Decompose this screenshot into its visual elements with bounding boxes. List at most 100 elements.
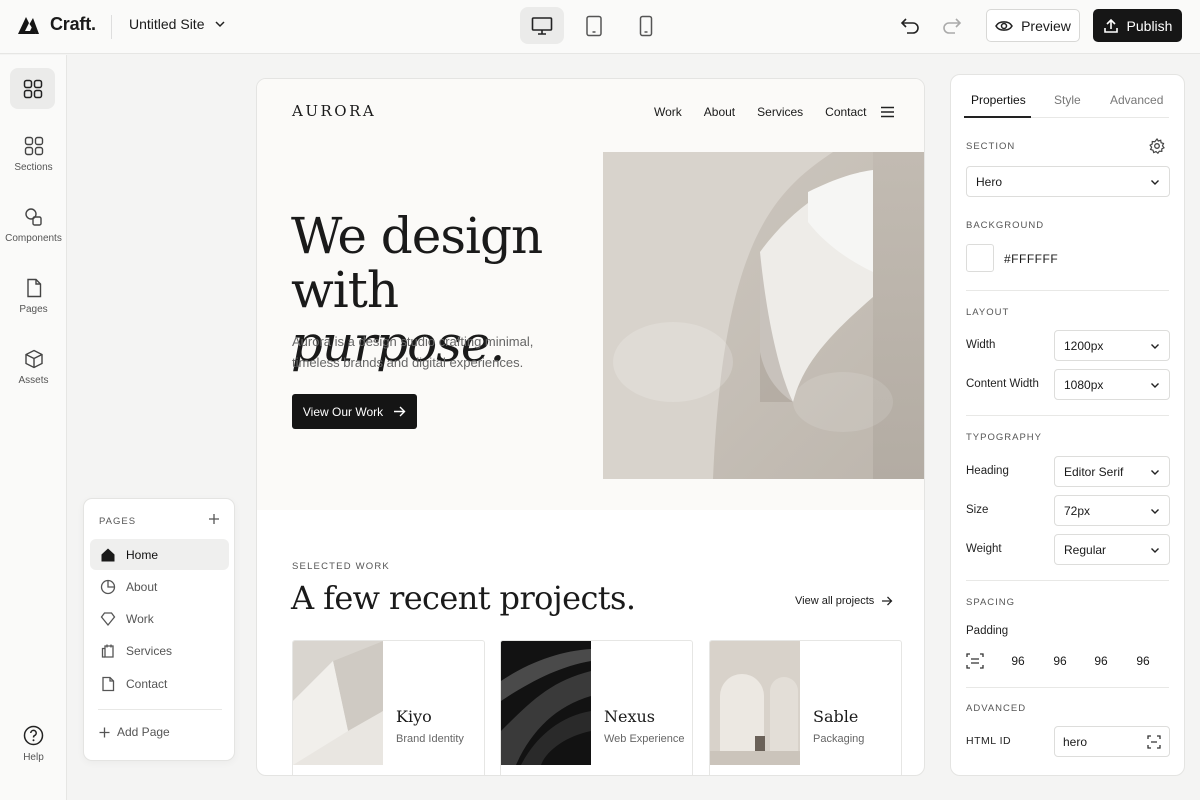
rail-item-components[interactable]: Components xyxy=(0,207,67,244)
view-all-projects-link[interactable]: View all projects xyxy=(795,595,893,607)
rail-label: Assets xyxy=(18,375,49,386)
page-canvas[interactable]: AURORA Work About Services Contact We de… xyxy=(256,78,925,776)
add-page-plus-button[interactable] xyxy=(208,513,220,525)
app-logo[interactable]: Craft. xyxy=(16,14,96,35)
page-item-work[interactable]: Work xyxy=(90,603,229,634)
padding-top-input[interactable]: 96 xyxy=(1003,654,1033,668)
size-label: Size xyxy=(966,504,989,516)
site-selector[interactable]: Untitled Site xyxy=(129,16,226,32)
project-thumbnail xyxy=(293,641,383,765)
chevron-down-icon xyxy=(1150,380,1160,390)
plus-icon xyxy=(208,513,220,525)
rail-item-help[interactable]: Help xyxy=(0,725,67,763)
heading-font-select[interactable]: Editor Serif xyxy=(1054,456,1170,487)
desktop-view-button[interactable] xyxy=(520,7,564,44)
project-subtitle: Packaging xyxy=(813,733,865,745)
padding-link-icon[interactable] xyxy=(966,653,984,669)
divider xyxy=(966,687,1169,688)
services-icon xyxy=(100,643,116,659)
section-select[interactable]: Hero xyxy=(966,166,1170,197)
hero-body-text[interactable]: Aurora is a design studio crafting minim… xyxy=(292,331,552,373)
font-size-select[interactable]: 72px xyxy=(1054,495,1170,526)
sections-icon xyxy=(24,136,44,156)
nav-link-services[interactable]: Services xyxy=(757,105,803,119)
left-rail: Sections Components Pages Assets Help xyxy=(0,55,67,800)
page-item-contact[interactable]: Contact xyxy=(90,668,229,699)
nav-link-contact[interactable]: Contact xyxy=(825,105,866,119)
arrow-right-icon xyxy=(881,596,893,606)
nav-link-about[interactable]: About xyxy=(704,105,735,119)
tab-style[interactable]: Style xyxy=(1054,93,1081,107)
components-icon xyxy=(24,207,44,227)
pages-panel: PAGES Home About Work Services Contact A… xyxy=(83,498,235,761)
properties-panel: Properties Style Advanced SECTION Hero B… xyxy=(950,74,1185,776)
divider xyxy=(966,290,1169,291)
project-title: Nexus xyxy=(604,707,656,726)
page-item-home[interactable]: Home xyxy=(90,539,229,570)
layout-label: LAYOUT xyxy=(966,307,1010,318)
publish-button[interactable]: Publish xyxy=(1093,9,1182,42)
width-select[interactable]: 1200px xyxy=(1054,330,1170,361)
chevron-down-icon xyxy=(1150,341,1160,351)
top-bar: Craft. Untitled Site Preview Publish xyxy=(0,0,1200,54)
hero-heading-line1: We design xyxy=(291,207,543,265)
site-brand[interactable]: AURORA xyxy=(292,102,376,120)
html-id-input[interactable]: hero xyxy=(1054,726,1170,757)
rail-item-layers[interactable] xyxy=(10,68,55,109)
rail-item-assets[interactable]: Assets xyxy=(0,349,67,386)
properties-tabs: Properties Style Advanced xyxy=(964,75,1169,118)
section-title[interactable]: A few recent projects. xyxy=(291,579,636,617)
chevron-down-icon xyxy=(1150,506,1160,516)
chevron-down-icon xyxy=(1150,467,1160,477)
preview-button[interactable]: Preview xyxy=(986,9,1080,42)
pie-icon xyxy=(100,579,116,595)
heading-font-value: Editor Serif xyxy=(1064,464,1124,479)
width-value: 1200px xyxy=(1064,338,1104,353)
section-label: SECTION xyxy=(966,141,1016,152)
mobile-view-button[interactable] xyxy=(624,7,668,44)
content-width-select[interactable]: 1080px xyxy=(1054,369,1170,400)
tab-advanced[interactable]: Advanced xyxy=(1110,93,1163,107)
padding-bottom-input[interactable]: 96 xyxy=(1086,654,1116,668)
project-card-nexus[interactable]: Nexus Web Experience xyxy=(500,640,693,775)
html-id-value: hero xyxy=(1063,734,1088,749)
font-weight-select[interactable]: Regular xyxy=(1054,534,1170,565)
page-item-services[interactable]: Services xyxy=(90,635,229,666)
spacing-label: SPACING xyxy=(966,597,1016,608)
section-settings-button[interactable] xyxy=(1149,138,1165,154)
divider xyxy=(966,415,1169,416)
home-icon xyxy=(100,547,116,563)
section-eyebrow[interactable]: SELECTED WORK xyxy=(292,561,390,572)
view-our-work-button[interactable]: View Our Work xyxy=(292,394,417,429)
background-color-swatch[interactable] xyxy=(966,244,994,272)
background-color-value[interactable]: #FFFFFF xyxy=(1004,252,1058,266)
hero-section[interactable]: AURORA Work About Services Contact We de… xyxy=(257,79,924,510)
add-page-label: Add Page xyxy=(117,725,170,739)
project-card-kiyo[interactable]: Kiyo Brand Identity xyxy=(292,640,485,775)
redo-button[interactable] xyxy=(940,15,962,35)
typography-label: TYPOGRAPHY xyxy=(966,432,1042,443)
tablet-view-button[interactable] xyxy=(572,7,616,44)
undo-button[interactable] xyxy=(900,15,922,35)
html-id-label: HTML ID xyxy=(966,735,1012,747)
tab-properties[interactable]: Properties xyxy=(971,93,1026,107)
hero-image[interactable] xyxy=(603,152,924,479)
rail-label: Pages xyxy=(19,304,48,315)
content-width-value: 1080px xyxy=(1064,377,1104,392)
rail-item-pages[interactable]: Pages xyxy=(0,278,67,315)
hero-heading-word: with xyxy=(291,261,399,319)
page-item-about[interactable]: About xyxy=(90,571,229,602)
padding-left-input[interactable]: 96 xyxy=(1128,654,1158,668)
rail-item-sections[interactable]: Sections xyxy=(0,136,67,173)
background-label: BACKGROUND xyxy=(966,220,1045,231)
nav-link-work[interactable]: Work xyxy=(654,105,682,119)
menu-icon[interactable] xyxy=(880,106,895,118)
plus-icon xyxy=(99,727,110,738)
cta-label: View Our Work xyxy=(302,404,384,419)
page-item-label: About xyxy=(126,579,158,594)
assets-icon xyxy=(24,349,44,369)
add-page-button[interactable]: Add Page xyxy=(99,725,170,739)
divider xyxy=(966,580,1169,581)
project-card-sable[interactable]: Sable Packaging xyxy=(709,640,902,775)
padding-right-input[interactable]: 96 xyxy=(1045,654,1075,668)
